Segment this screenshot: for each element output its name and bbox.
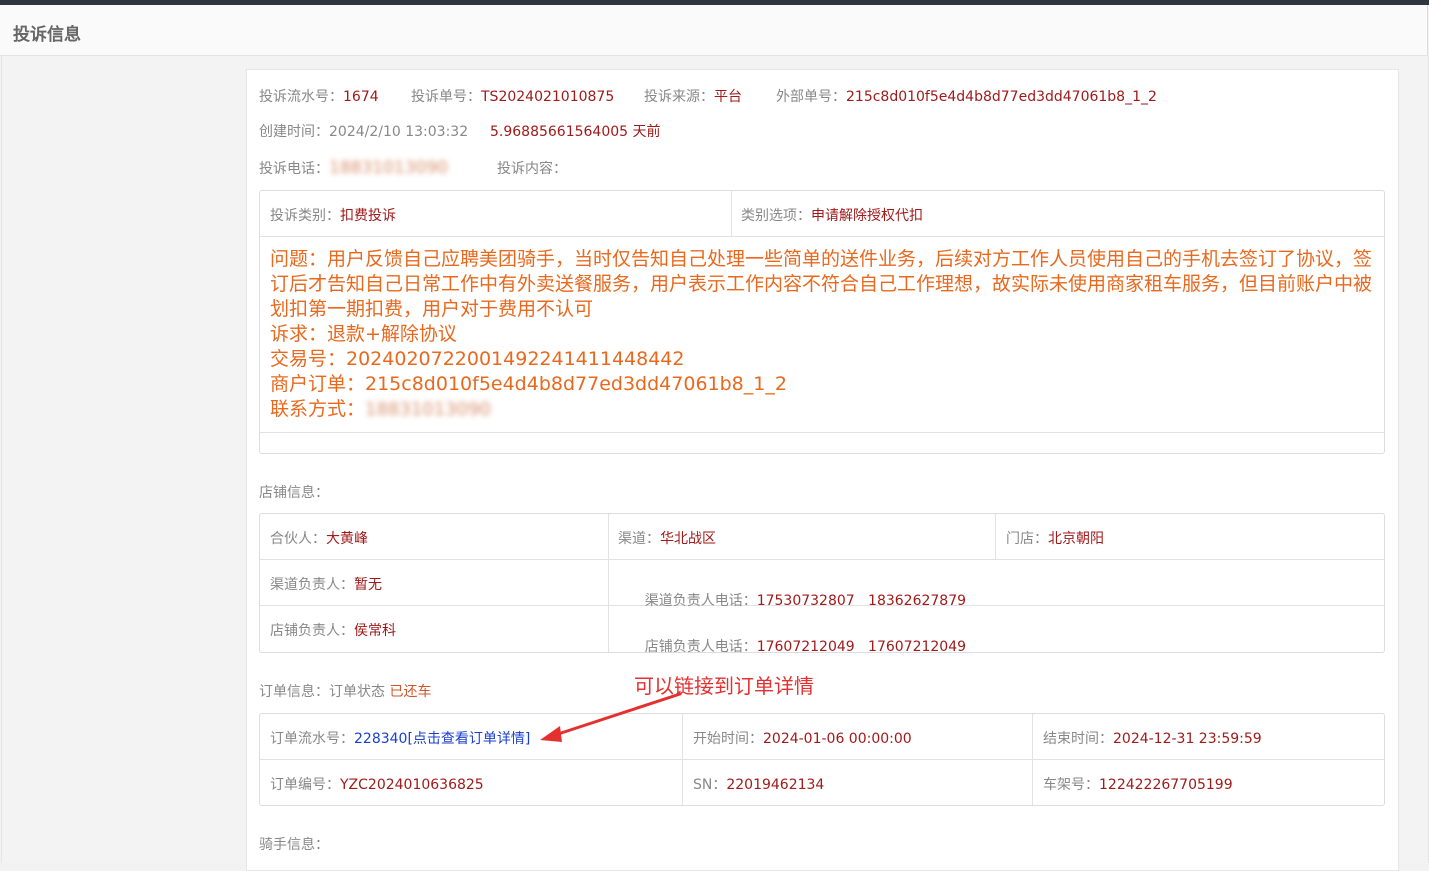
complaint-serial: 投诉流水号：1674: [259, 89, 379, 105]
elapsed-days: 5.96885661564005 天前: [490, 124, 661, 140]
order-info-table: 订单流水号：228340[点击查看订单详情] 开始时间：2024-01-06 0…: [259, 713, 1385, 806]
complaint-transaction-text: 交易号：2024020722001492241411448442: [270, 348, 685, 370]
order-status-value: 已还车: [389, 684, 432, 700]
complaint-merchant-order-text: 商户订单：215c8d010f5e4d4b8d77ed3dd47061b8_1_…: [270, 373, 787, 395]
created-time: 创建时间：2024/2/10 13:03:32: [259, 124, 469, 140]
channel-manager: 渠道负责人：暂无: [270, 577, 382, 593]
page-header: 投诉信息: [0, 5, 1428, 56]
page-title: 投诉信息: [13, 25, 81, 45]
rider-section-label: 骑手信息：: [259, 837, 329, 853]
channel: 渠道：华北战区: [618, 531, 716, 547]
order-end-time: 结束时间：2024-12-31 23:59:59: [1043, 731, 1262, 747]
complaint-no: 投诉单号：TS2024021010875: [411, 89, 615, 105]
complaint-contact-text: 联系方式：18831013090: [270, 398, 491, 420]
external-order-no: 外部单号：215c8d010f5e4d4b8d77ed3dd47061b8_1_…: [776, 89, 1157, 105]
order-section-label: 订单信息：订单状态 已还车: [259, 684, 432, 700]
channel-manager-phone: 渠道负责人电话：17530732807 18362627879: [644, 593, 967, 609]
order-serial: 订单流水号：228340[点击查看订单详情]: [270, 731, 531, 747]
complaint-content-label: 投诉内容：: [497, 161, 567, 177]
order-start-time: 开始时间：2024-01-06 00:00:00: [693, 731, 912, 747]
contact-redacted: 18831013090: [365, 399, 491, 420]
annotation-arrow-icon: [540, 692, 682, 742]
order-sn: SN：22019462134: [693, 777, 825, 793]
order-no: 订单编号：YZC2024010636825: [270, 777, 484, 793]
shop: 门店：北京朝阳: [1006, 531, 1104, 547]
complaint-source: 投诉来源：平台: [644, 89, 742, 105]
store-info-table: 合伙人：大黄峰 渠道：华北战区 门店：北京朝阳 渠道负责人：暂无 渠道负责人电话…: [259, 513, 1385, 655]
order-detail-link[interactable]: [点击查看订单详情]: [407, 731, 530, 747]
complaint-type: 投诉类别：扣费投诉: [270, 208, 396, 224]
complaint-panel: 投诉流水号：1674 投诉单号：TS2024021010875 投诉来源：平台 …: [246, 69, 1399, 871]
complaint-content-box: 投诉类别：扣费投诉 类别选项：申请解除授权代扣 问题：用户反馈自己应聘美团骑手，…: [259, 190, 1385, 454]
shop-manager: 店铺负责人：侯常科: [270, 623, 396, 639]
complaint-phone: 投诉电话：18831013090: [259, 158, 448, 178]
order-frame-no: 车架号：122422267705199: [1043, 777, 1233, 793]
complaint-demand-text: 诉求：退款+解除协议: [270, 323, 457, 345]
store-section-label: 店铺信息：: [259, 485, 329, 501]
complaint-problem-text: 问题：用户反馈自己应聘美团骑手，当时仅告知自己处理一些简单的送件业务，后续对方工…: [270, 248, 1373, 320]
complaint-option: 类别选项：申请解除授权代扣: [741, 208, 923, 224]
shop-manager-phone: 店铺负责人电话：17607212049 17607212049: [644, 639, 967, 655]
complaint-text-area: 问题：用户反馈自己应聘美团骑手，当时仅告知自己处理一些简单的送件业务，后续对方工…: [260, 237, 1384, 432]
partner: 合伙人：大黄峰: [270, 531, 368, 547]
phone-redacted: 18831013090: [329, 158, 448, 178]
